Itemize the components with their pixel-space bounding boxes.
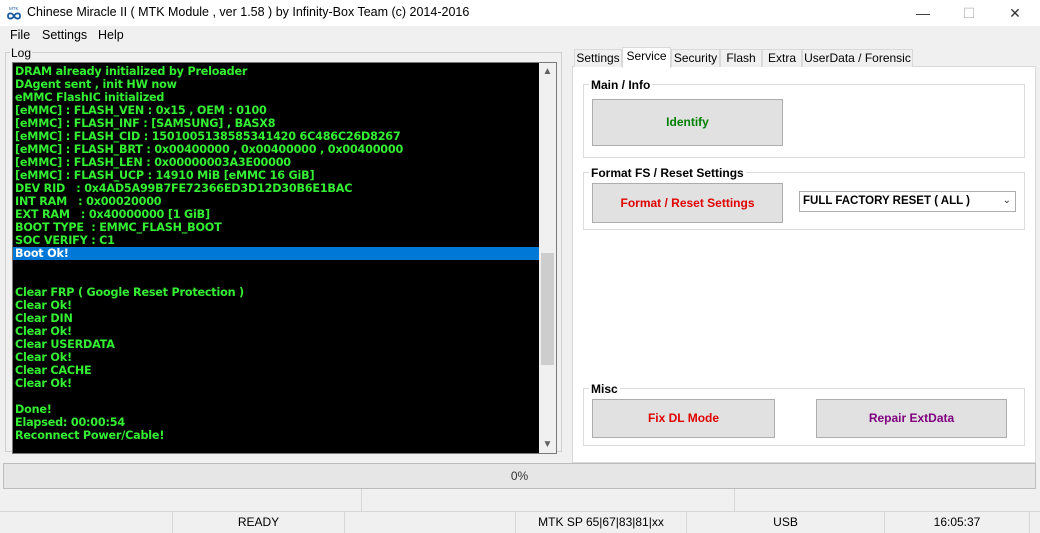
chevron-down-icon: ⌄ bbox=[1002, 195, 1011, 206]
status-time: 16:05:37 bbox=[885, 512, 1030, 533]
tab-flash[interactable]: Flash bbox=[720, 49, 762, 67]
log-line[interactable]: Boot Ok! bbox=[13, 247, 539, 260]
log-line[interactable]: EXT RAM : 0x40000000 [1 GiB] bbox=[13, 208, 539, 221]
log-line[interactable]: Clear Ok! bbox=[13, 351, 539, 364]
log-line[interactable]: [eMMC] : FLASH_LEN : 0x00000003A3E00000 bbox=[13, 156, 539, 169]
progress-bar: 0% bbox=[3, 463, 1036, 489]
log-line[interactable] bbox=[13, 390, 539, 403]
status-state: READY bbox=[173, 512, 345, 533]
close-button[interactable]: ✕ bbox=[992, 0, 1038, 26]
log-lines: DRAM already initialized by Preloader DAg… bbox=[13, 65, 539, 442]
menu-bar: File Settings Help bbox=[0, 26, 1040, 46]
log-line[interactable]: [eMMC] : FLASH_CID : 1501005138585341420… bbox=[13, 130, 539, 143]
title-bar: MTK Chinese Miracle II ( MTK Module , ve… bbox=[0, 0, 1040, 26]
log-console[interactable]: DRAM already initialized by Preloader DAg… bbox=[12, 62, 557, 454]
service-tab-panel: Main / Info Identify Format FS / Reset S… bbox=[572, 66, 1036, 463]
status-bar: READY MTK SP 65|67|83|81|xx USB 16:05:37 bbox=[0, 511, 1040, 533]
identify-button[interactable]: Identify bbox=[592, 99, 783, 146]
misc-title: Misc bbox=[589, 382, 620, 396]
log-line[interactable]: Done! bbox=[13, 403, 539, 416]
tab-extra[interactable]: Extra bbox=[762, 49, 802, 67]
menu-settings[interactable]: Settings bbox=[42, 28, 87, 42]
log-line[interactable]: DEV RID : 0x4AD5A99B7FE72366ED3D12D30B6E… bbox=[13, 182, 539, 195]
tab-settings[interactable]: Settings bbox=[574, 49, 622, 67]
reset-mode-select[interactable]: FULL FACTORY RESET ( ALL ) ⌄ bbox=[799, 191, 1016, 212]
log-line[interactable]: Elapsed: 00:00:54 bbox=[13, 416, 539, 429]
log-line[interactable]: INT RAM : 0x00020000 bbox=[13, 195, 539, 208]
infinity-box-logo-icon: MTK bbox=[7, 6, 21, 20]
format-title: Format FS / Reset Settings bbox=[589, 166, 746, 180]
status-connection: USB bbox=[687, 512, 885, 533]
log-line[interactable]: eMMC FlashIC initialized bbox=[13, 91, 539, 104]
progress-text: 0% bbox=[510, 469, 529, 483]
status-cell-empty bbox=[0, 512, 173, 533]
reset-mode-value: FULL FACTORY RESET ( ALL ) bbox=[803, 195, 970, 207]
secondary-status-strip bbox=[0, 489, 1040, 511]
log-line[interactable]: [eMMC] : FLASH_UCP : 14910 MiB [eMMC 16 … bbox=[13, 169, 539, 182]
window-title: Chinese Miracle II ( MTK Module , ver 1.… bbox=[27, 5, 470, 19]
log-line[interactable]: [eMMC] : FLASH_VEN : 0x15 , OEM : 0100 bbox=[13, 104, 539, 117]
scroll-down-icon[interactable]: ▼ bbox=[539, 436, 556, 453]
log-line[interactable]: [eMMC] : FLASH_BRT : 0x00400000 , 0x0040… bbox=[13, 143, 539, 156]
fix-dl-mode-button[interactable]: Fix DL Mode bbox=[592, 399, 775, 438]
log-line[interactable]: Clear USERDATA bbox=[13, 338, 539, 351]
log-line[interactable]: DAgent sent , init HW now bbox=[13, 78, 539, 91]
strip-cell bbox=[0, 489, 362, 511]
strip-cell bbox=[362, 489, 735, 511]
minimize-button[interactable]: — bbox=[900, 0, 946, 26]
log-line[interactable]: Clear Ok! bbox=[13, 299, 539, 312]
maximize-button[interactable]: ☐ bbox=[946, 0, 992, 26]
status-cell-empty-2 bbox=[345, 512, 516, 533]
format-reset-button[interactable]: Format / Reset Settings bbox=[592, 183, 783, 223]
status-platform: MTK SP 65|67|83|81|xx bbox=[516, 512, 687, 533]
main-info-title: Main / Info bbox=[589, 78, 653, 92]
svg-text:MTK: MTK bbox=[9, 6, 19, 11]
scroll-thumb[interactable] bbox=[541, 253, 554, 365]
log-scrollbar[interactable]: ▲ ▼ bbox=[539, 63, 556, 453]
tab-userdata-forensic[interactable]: UserData / Forensic bbox=[802, 49, 913, 67]
tab-security[interactable]: Security bbox=[671, 49, 720, 67]
log-line[interactable]: Clear FRP ( Google Reset Protection ) bbox=[13, 286, 539, 299]
menu-file[interactable]: File bbox=[10, 28, 30, 42]
log-line[interactable] bbox=[13, 260, 539, 273]
log-line[interactable]: Clear Ok! bbox=[13, 325, 539, 338]
log-line[interactable]: Clear CACHE bbox=[13, 364, 539, 377]
log-line[interactable]: [eMMC] : FLASH_INF : [SAMSUNG] , BASX8 bbox=[13, 117, 539, 130]
tab-service[interactable]: Service bbox=[622, 47, 671, 68]
log-line[interactable] bbox=[13, 273, 539, 286]
log-label: Log bbox=[10, 46, 33, 60]
log-line[interactable]: Clear Ok! bbox=[13, 377, 539, 390]
scroll-up-icon[interactable]: ▲ bbox=[539, 63, 556, 80]
log-line[interactable]: BOOT TYPE : EMMC_FLASH_BOOT bbox=[13, 221, 539, 234]
log-line[interactable]: Reconnect Power/Cable! bbox=[13, 429, 539, 442]
repair-extdata-button[interactable]: Repair ExtData bbox=[816, 399, 1007, 438]
log-line[interactable]: SOC VERIFY : C1 bbox=[13, 234, 539, 247]
menu-help[interactable]: Help bbox=[98, 28, 124, 42]
log-line[interactable]: DRAM already initialized by Preloader bbox=[13, 65, 539, 78]
log-line[interactable]: Clear DIN bbox=[13, 312, 539, 325]
